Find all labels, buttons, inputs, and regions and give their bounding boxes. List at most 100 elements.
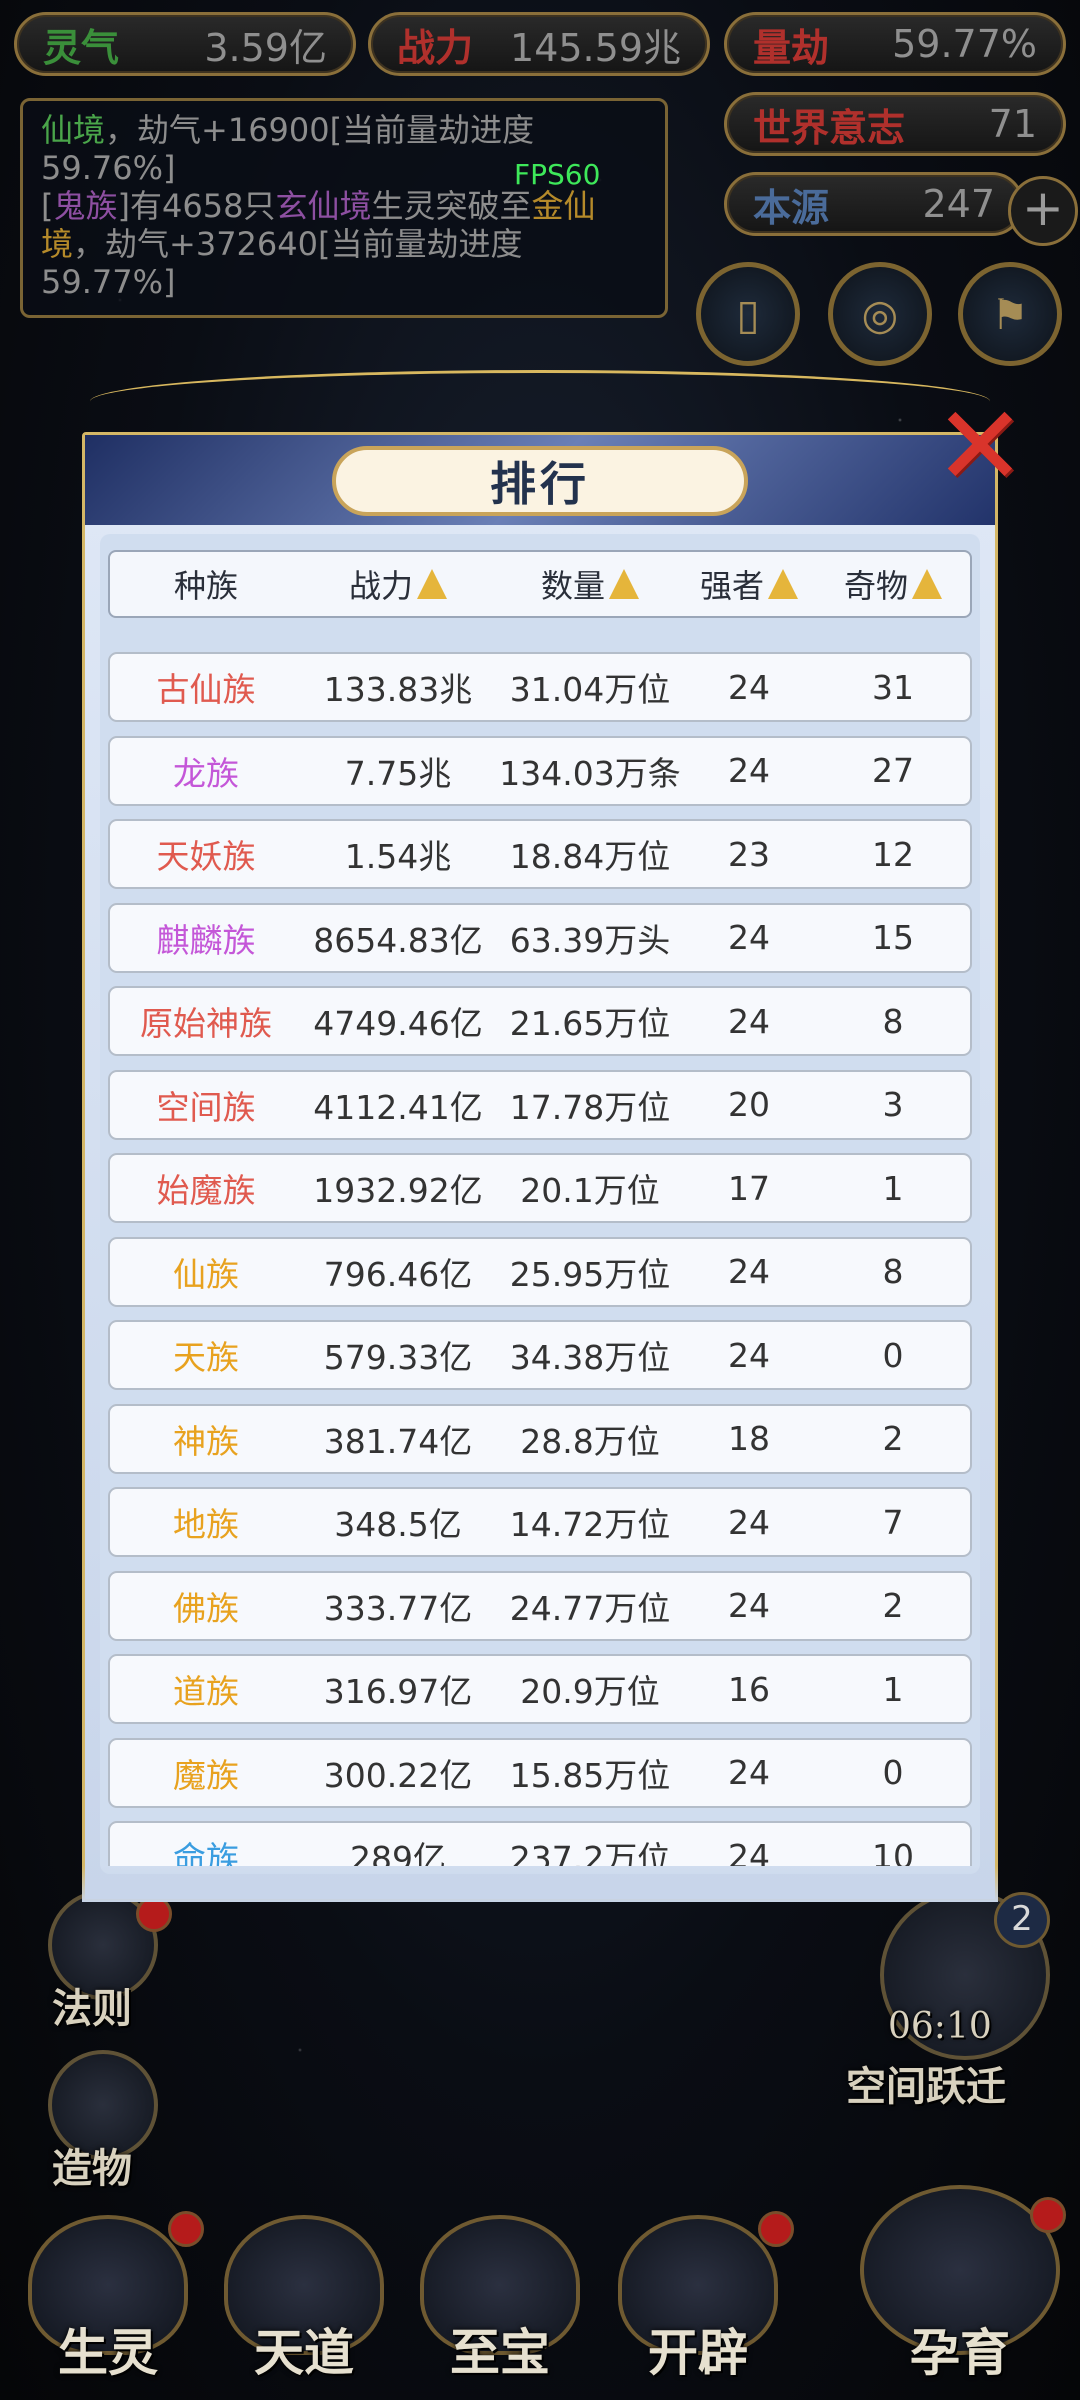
stat-shijie-label: 世界意志: [753, 104, 906, 150]
strong-value: 16: [728, 1669, 770, 1709]
card-icon[interactable]: ▯: [696, 262, 800, 366]
stat-lingqi[interactable]: 灵气 3.59亿: [14, 12, 356, 76]
strong-value: 24: [728, 1001, 770, 1041]
count-value: 31.04万位: [509, 670, 671, 709]
space-jump-label[interactable]: 空间跃迁: [846, 2054, 1006, 2112]
nav-yunyu-label: 孕育: [910, 2323, 1010, 2382]
strong-value: 23: [728, 834, 770, 874]
nav-tiandao-label: 天道: [254, 2323, 354, 2382]
stat-benyuan[interactable]: 本源 247: [724, 172, 1024, 236]
strong-value: 24: [728, 751, 770, 790]
stat-shijie[interactable]: 世界意志 71: [724, 92, 1066, 156]
sort-arrow-icon[interactable]: [417, 569, 447, 599]
nav-zhibao[interactable]: 至宝: [410, 2215, 590, 2385]
strong-value: 24: [728, 918, 770, 957]
header-count[interactable]: 数量: [494, 552, 686, 616]
header-race-label: 种族: [173, 567, 238, 605]
log-text: ，劫气+16900[当前量劫进度59.76%]: [41, 111, 535, 187]
power-value: 8654.83亿: [313, 920, 483, 960]
power-value: 1.54兆: [344, 837, 452, 876]
count-value: 24.77万位: [509, 1588, 671, 1628]
table-row[interactable]: 龙族 7.75兆 134.03万条 24 27: [108, 735, 972, 806]
table-row[interactable]: 道族 316.97亿 20.9万位 16 1: [108, 1654, 972, 1724]
stat-liangjie-value: 59.77%: [892, 22, 1037, 66]
zao-wu-label[interactable]: 造物: [52, 2136, 132, 2194]
power-value: 579.33亿: [323, 1338, 473, 1377]
scroll-fade: [82, 1866, 998, 1902]
count-value: 14.72万位: [509, 1505, 671, 1544]
table-row[interactable]: 天妖族 1.54兆 18.84万位 23 12: [108, 819, 972, 889]
log-text: 生灵突破至: [371, 187, 532, 225]
log-text: [: [41, 187, 54, 225]
race-name: 原始神族: [140, 1004, 272, 1043]
count-value: 134.03万条: [499, 753, 681, 793]
power-value: 300.22亿: [323, 1755, 473, 1795]
table-row[interactable]: 麒麟族 8654.83亿 63.39万头 24 15: [108, 902, 972, 973]
table-row[interactable]: 古仙族 133.83兆 31.04万位 24 31: [108, 652, 972, 722]
nav-yunyu[interactable]: 孕育: [850, 2185, 1070, 2385]
nav-shengling[interactable]: 生灵: [18, 2211, 204, 2385]
table-row[interactable]: 原始神族 4749.46亿 21.65万位 24 8: [108, 986, 972, 1056]
table-row[interactable]: 魔族 300.22亿 15.85万位 24 0: [108, 1737, 972, 1808]
items-value: 31: [872, 667, 914, 707]
count-value: 63.39万头: [509, 920, 671, 960]
table-row[interactable]: 神族 381.74亿 28.8万位 18 2: [108, 1403, 972, 1474]
nav-kaipi[interactable]: 开辟: [608, 2211, 794, 2385]
log-entry: [鬼族]有4658只玄仙境生灵突破至金仙境，劫气+372640[当前量劫进度59…: [41, 187, 647, 301]
table-row[interactable]: 天族 579.33亿 34.38万位 24 0: [108, 1320, 972, 1390]
items-value: 15: [872, 918, 914, 957]
race-name: 天族: [173, 1338, 239, 1377]
table-row[interactable]: 佛族 333.77亿 24.77万位 24 2: [108, 1570, 972, 1641]
table-row[interactable]: 空间族 4112.41亿 17.78万位 20 3: [108, 1069, 972, 1140]
add-benyuan-button[interactable]: +: [1008, 176, 1078, 246]
ranking-list[interactable]: 古仙族 133.83兆 31.04万位 24 31 龙族 7.75兆 134.03万条 24 27…: [100, 640, 980, 1866]
notification-dot: [168, 2211, 204, 2247]
race-name: 神族: [173, 1421, 239, 1461]
header-strong[interactable]: 强者: [686, 552, 812, 616]
stat-liangjie[interactable]: 量劫 59.77%: [724, 12, 1066, 76]
sort-arrow-icon[interactable]: [768, 569, 798, 599]
sort-arrow-icon[interactable]: [912, 569, 942, 599]
strong-value: 24: [728, 1252, 770, 1291]
swirl-icon[interactable]: ◎: [828, 262, 932, 366]
header-power[interactable]: 战力: [302, 552, 494, 616]
nav-tiandao[interactable]: 天道: [214, 2215, 394, 2385]
modal-decoration: [90, 370, 990, 433]
table-row[interactable]: 仙族 796.46亿 25.95万位 24 8: [108, 1236, 972, 1307]
items-value: 7: [882, 1502, 904, 1542]
table-row[interactable]: 命族 289亿 237.2万位 24 10: [108, 1821, 972, 1866]
header-items[interactable]: 奇物: [812, 552, 974, 616]
items-value: 8: [882, 1001, 904, 1041]
power-value: 333.77亿: [323, 1588, 473, 1628]
strong-value: 24: [728, 1586, 770, 1625]
close-icon[interactable]: ✕: [930, 382, 1030, 510]
count-value: 25.95万位: [509, 1254, 671, 1294]
power-value: 796.46亿: [323, 1254, 473, 1294]
count-value: 34.38万位: [509, 1338, 671, 1377]
header-items-label: 奇物: [843, 567, 908, 605]
table-row[interactable]: 地族 348.5亿 14.72万位 24 7: [108, 1487, 972, 1557]
count-value: 17.78万位: [509, 1087, 671, 1127]
sort-arrow-icon[interactable]: [609, 569, 639, 599]
items-value: 8: [882, 1252, 904, 1291]
nav-zhibao-label: 至宝: [450, 2323, 550, 2382]
scroll-icon[interactable]: ⚑: [958, 262, 1062, 366]
space-jump-timer: 06:10: [888, 2006, 992, 2047]
log-text: ，劫气+372640[当前量劫进度59.77%]: [41, 225, 523, 301]
stat-benyuan-label: 本源: [753, 184, 830, 230]
count-value: 237.2万位: [509, 1839, 671, 1866]
count-value: 18.84万位: [509, 837, 671, 876]
header-count-label: 数量: [540, 567, 605, 605]
strong-value: 20: [728, 1085, 770, 1124]
space-jump-badge: 2: [994, 1892, 1050, 1948]
fa-ze-label[interactable]: 法则: [52, 1976, 132, 2034]
nav-shengling-label: 生灵: [58, 2323, 158, 2382]
stat-zhanli[interactable]: 战力 145.59兆: [368, 12, 710, 76]
power-value: 381.74亿: [323, 1421, 473, 1461]
items-value: 3: [882, 1085, 904, 1124]
stat-lingqi-label: 灵气: [43, 24, 120, 70]
table-row[interactable]: 始魔族 1932.92亿 20.1万位 17 1: [108, 1153, 972, 1223]
header-strong-label: 强者: [699, 567, 764, 605]
power-value: 289亿: [350, 1839, 446, 1866]
log-realm: 仙境: [41, 111, 106, 149]
